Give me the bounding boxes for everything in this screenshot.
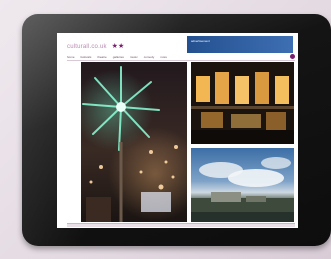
nav-item[interactable]: comedy — [144, 55, 155, 59]
sky-landscape-graphic — [191, 157, 294, 222]
nav-item[interactable]: festivals — [81, 55, 92, 59]
nav-item[interactable]: more — [160, 55, 167, 59]
nav-item[interactable]: galleries — [113, 55, 124, 59]
tablet-screen: culturall.co.uk ★★ advertisement home fe… — [57, 33, 298, 228]
banner-ad[interactable]: advertisement — [187, 36, 293, 53]
feature-photo-sky-landscape[interactable] — [191, 148, 294, 222]
nav-item[interactable]: home — [67, 55, 75, 59]
christmas-star-graphic — [82, 66, 178, 222]
banner-text: advertisement — [191, 39, 210, 43]
nav-item[interactable]: theatre — [97, 55, 106, 59]
page-footer-bar — [67, 223, 295, 227]
logo-stars: ★★ — [111, 43, 125, 50]
nav-item[interactable]: music — [130, 55, 138, 59]
night-building-graphic — [191, 62, 294, 144]
main-nav: home festivals theatre galleries music c… — [67, 54, 295, 61]
site-logo[interactable]: culturall.co.uk ★★ — [67, 42, 125, 51]
logo-text: culturall.co.uk — [67, 44, 107, 50]
nav-search-icon[interactable] — [290, 54, 295, 59]
feature-photo-christmas-lights[interactable] — [81, 62, 187, 222]
feature-photo-night-building[interactable] — [191, 62, 294, 144]
